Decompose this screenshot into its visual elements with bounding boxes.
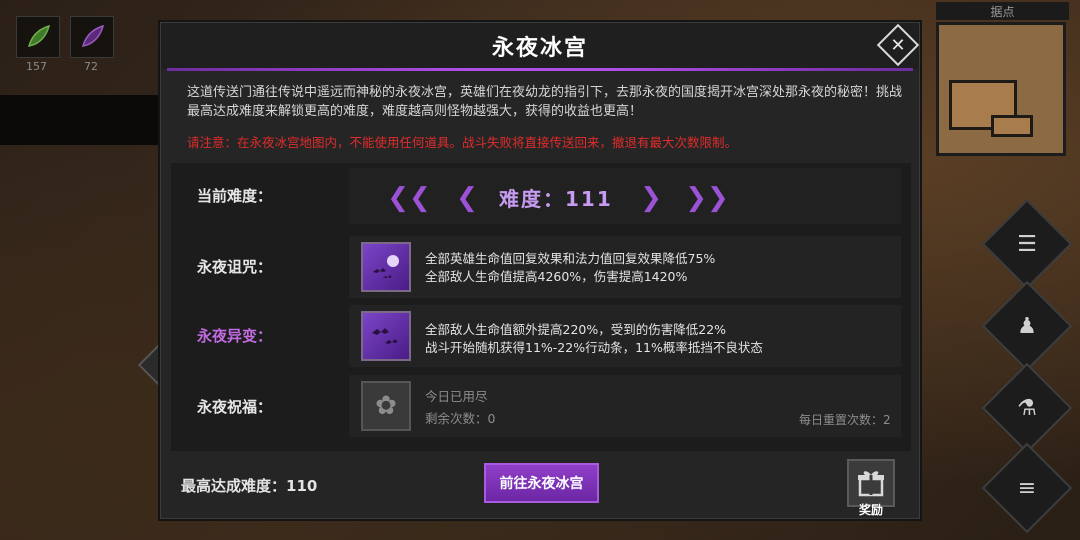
- curse-label: 永夜诅咒：: [197, 258, 273, 276]
- minimap[interactable]: [936, 22, 1066, 156]
- blessing-icon-box[interactable]: ✿: [361, 381, 411, 431]
- list-icon: ≡: [1017, 475, 1037, 501]
- bats-moon-icon: [373, 255, 399, 278]
- bats-icon: [372, 328, 398, 344]
- gift-icon: [858, 471, 884, 497]
- item-slot-1-count: 157: [26, 60, 47, 73]
- blessing-status: 今日已用尽: [425, 389, 488, 404]
- max-difficulty: 最高达成难度：110: [181, 477, 318, 495]
- scroll-icon: ☰: [1017, 231, 1037, 257]
- go-to-palace-button[interactable]: 前往永夜冰宫: [484, 463, 599, 503]
- dialog-title: 永夜冰宫: [491, 36, 588, 61]
- dialog-description: 这道传送门通往传说中遥远而神秘的永夜冰宫，英雄们在夜幼龙的指引下，去那永夜的国度…: [187, 85, 903, 119]
- potion-icon: ⚗: [1017, 395, 1037, 421]
- green-leaf-icon: [27, 24, 51, 47]
- header-divider: [167, 68, 913, 71]
- warning-text: 请注意：在永夜冰宫地图内，不能使用任何道具。战斗失败将直接传送回来，撤退有最大次…: [187, 135, 738, 150]
- item-slot-2[interactable]: [70, 16, 114, 58]
- reward-label[interactable]: 奖励: [851, 501, 891, 518]
- difficulty-max-button[interactable]: ❯❯: [685, 181, 729, 215]
- vortex-icon: ✿: [375, 391, 397, 421]
- difficulty-min-button[interactable]: ❮❮: [387, 181, 431, 215]
- mutation-effect-1: 全部敌人生命值额外提高220%，受到的伤害降低22%: [425, 322, 727, 337]
- blessing-remaining: 剩余次数：0: [425, 411, 496, 426]
- mutation-icon-box[interactable]: [361, 311, 411, 361]
- curse-effect-1: 全部英雄生命值回复效果和法力值回复效果降低75%: [425, 251, 716, 266]
- reward-button[interactable]: [847, 459, 895, 507]
- difficulty-label: 当前难度：: [197, 187, 273, 205]
- purple-feather-icon: [81, 24, 105, 47]
- eternal-night-dialog: 永夜冰宫 ✕ 这道传送门通往传说中遥远而神秘的永夜冰宫，英雄们在夜幼龙的指引下，…: [160, 22, 920, 519]
- item-slot-2-count: 72: [84, 60, 98, 73]
- curse-icon-box[interactable]: [361, 242, 411, 292]
- difficulty-decrease-button[interactable]: ❮: [455, 181, 479, 215]
- minimap-room: [991, 115, 1033, 137]
- difficulty-selector: [349, 168, 901, 224]
- background-band: [0, 95, 170, 145]
- close-icon[interactable]: ✕: [885, 32, 911, 58]
- curse-effect-2: 全部敌人生命值提高4260%，伤害提高1420%: [425, 269, 688, 284]
- dialog-header: 永夜冰宫: [161, 23, 919, 69]
- blessing-label: 永夜祝福：: [197, 398, 273, 416]
- people-icon: ♟: [1017, 313, 1037, 339]
- difficulty-value: 难度：111: [499, 187, 613, 211]
- map-label: 据点: [936, 2, 1069, 20]
- blessing-daily-reset: 每日重置次数：2: [799, 413, 891, 427]
- mutation-label: 永夜异变：: [197, 327, 273, 345]
- difficulty-increase-button[interactable]: ❯: [639, 181, 663, 215]
- item-slot-1[interactable]: [16, 16, 60, 58]
- mutation-effect-2: 战斗开始随机获得11%-22%行动条，11%概率抵挡不良状态: [425, 340, 763, 355]
